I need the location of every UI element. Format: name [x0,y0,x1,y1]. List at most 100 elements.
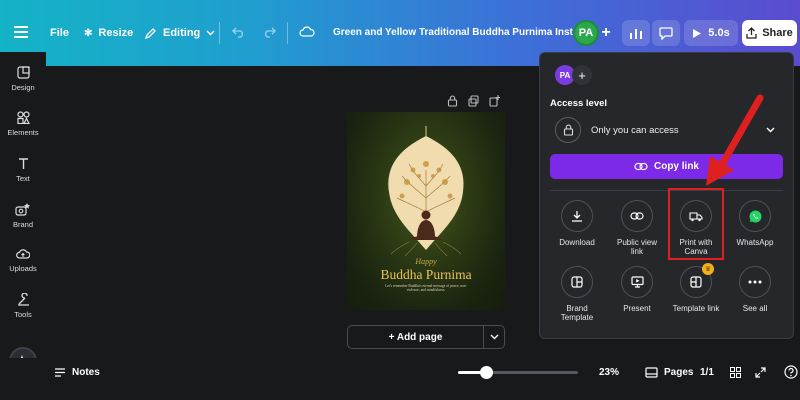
poster-script-text: Happy [415,257,437,266]
help-button[interactable] [784,365,798,379]
zoom-slider-track[interactable] [458,366,578,379]
elements-icon [16,111,30,124]
notes-label: Notes [72,367,100,378]
sidebar-item-label: Tools [14,310,32,319]
bottom-bar: Notes 23% Pages 1/1 [0,358,800,400]
play-icon [693,28,702,38]
editing-mode-dropdown[interactable]: Editing [145,27,215,39]
option-label: Present [623,304,651,313]
whatsapp-icon [749,210,761,222]
pages-button[interactable]: Pages [645,367,693,378]
page-counter: 1/1 [700,367,714,378]
file-label: File [50,27,69,39]
design-icon [16,66,30,79]
lock-icon [555,117,581,143]
zoom-label: 23% [599,367,620,378]
add-page-dropdown[interactable] [484,326,504,348]
template-icon [571,276,583,288]
redo-button[interactable] [262,26,276,38]
upload-icon [746,27,757,39]
notes-button[interactable]: Notes [54,367,100,378]
option-download[interactable]: Download [548,200,606,247]
share-button[interactable]: Share [742,20,797,46]
poster-title: Buddha Purnima [380,267,472,282]
red-arrow-icon [706,94,764,186]
add-page-button[interactable]: + Add page [348,326,484,348]
sidebar-item-uploads[interactable]: Uploads [0,248,46,273]
option-template-link[interactable]: ♛ Template link [667,263,725,313]
resize-button[interactable]: ✻ Resize [84,27,133,39]
add-collaborator-button[interactable]: + [596,21,616,45]
poster-body-text: Let's remember Buddha's eternal message … [385,284,467,293]
sidebar-item-label: Elements [7,128,39,137]
grid-view-button[interactable] [730,367,741,378]
insights-button[interactable] [622,20,650,46]
template-link-icon [690,276,702,288]
page-tools [447,95,500,107]
sidebar-item-brand[interactable]: Brand [0,202,46,229]
option-public-view-link[interactable]: Public view link [608,200,666,256]
document-title-text: Green and Yellow Traditional Buddha Purn… [333,27,582,38]
comment-icon [659,26,673,40]
sidebar-item-label: Design [11,83,35,92]
document-title[interactable]: Green and Yellow Traditional Buddha Purn… [333,27,581,38]
sidebar-item-label: Uploads [9,264,37,273]
access-level-label: Access level [550,98,608,109]
comments-button[interactable] [652,20,680,46]
option-label: Brand Template [560,304,594,323]
present-timer-button[interactable]: 5.0s [684,20,738,46]
design-canvas-page[interactable]: Happy Buddha Purnima Let's remember Budd… [347,112,505,310]
download-icon [572,211,582,222]
crown-icon: ✻ [84,27,93,39]
print-with-canva-highlight [668,188,724,260]
sidebar-item-tools[interactable]: Tools [0,293,46,319]
sidebar-item-text[interactable]: Text [0,157,46,183]
toolbar-divider [287,22,288,44]
pencil-icon [145,28,156,39]
pages-label: Pages [664,367,694,378]
file-menu[interactable]: File [50,27,69,39]
undo-button[interactable] [232,26,246,38]
add-people-button[interactable]: + [572,65,592,85]
option-present[interactable]: Present [608,266,666,313]
page-count-label: 1/1 [700,367,714,378]
zoom-slider-handle[interactable] [480,366,493,379]
cloud-icon [299,26,315,37]
grid-icon [730,367,741,378]
more-icon [748,280,762,284]
toolbar-divider [219,22,220,44]
plus-icon: + [601,24,611,41]
undo-icon [232,27,243,38]
menu-button[interactable] [14,26,28,38]
chevron-down-icon [490,334,498,340]
link-icon [634,162,648,171]
link-icon [630,212,644,220]
cloud-upload-icon [16,249,30,259]
duplicate-page-icon[interactable] [468,95,479,107]
add-page-icon[interactable] [489,95,500,107]
option-label: Download [559,238,595,247]
zoom-level[interactable]: 23% [599,367,619,378]
resize-label: Resize [98,27,134,39]
hamburger-icon [14,26,28,38]
plus-icon: + [578,67,586,83]
chevron-down-icon [206,30,215,36]
option-brand-template[interactable]: Brand Template [548,266,606,322]
option-see-all[interactable]: See all [726,266,784,313]
pages-icon [645,367,658,378]
present-icon [630,276,644,288]
expand-icon [755,367,766,378]
tools-icon [17,293,29,306]
collaborator-initials: PA [559,70,571,80]
option-whatsapp[interactable]: WhatsApp [726,200,784,247]
lock-icon[interactable] [447,95,458,107]
fullscreen-button[interactable] [755,367,766,378]
share-label: Share [762,27,793,39]
copy-link-label: Copy link [653,161,699,172]
sidebar-item-elements[interactable]: Elements [0,111,46,137]
sidebar-item-label: Brand [12,220,33,229]
sidebar-item-design[interactable]: Design [0,66,46,92]
cloud-save-status[interactable] [299,26,315,37]
avatar-initials: PA [578,27,594,39]
option-label: Template link [672,304,720,313]
